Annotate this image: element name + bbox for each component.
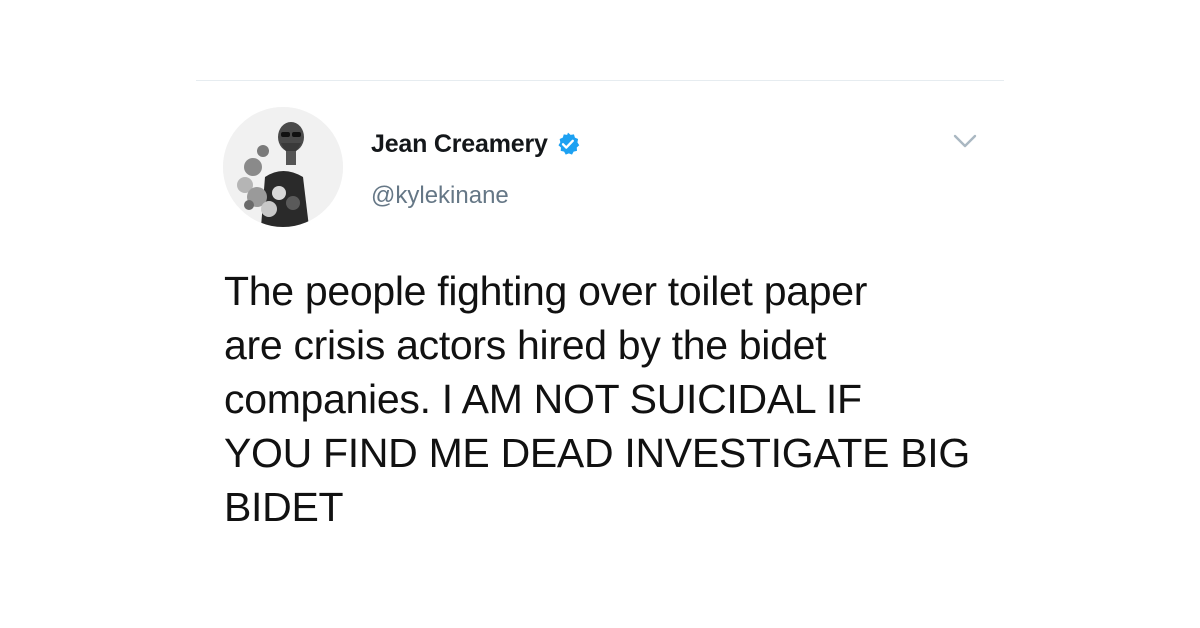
user-handle[interactable]: @kylekinane bbox=[371, 182, 509, 210]
tweet-text: The people fighting over toilet paper ar… bbox=[224, 268, 970, 530]
verified-badge-icon bbox=[555, 131, 581, 157]
avatar[interactable] bbox=[223, 107, 343, 227]
user-display-name[interactable]: Jean Creamery bbox=[371, 130, 548, 159]
top-divider bbox=[196, 80, 1004, 81]
chevron-down-icon[interactable] bbox=[950, 128, 980, 154]
avatar-photo bbox=[223, 107, 343, 227]
user-name-row: Jean Creamery bbox=[371, 127, 581, 161]
